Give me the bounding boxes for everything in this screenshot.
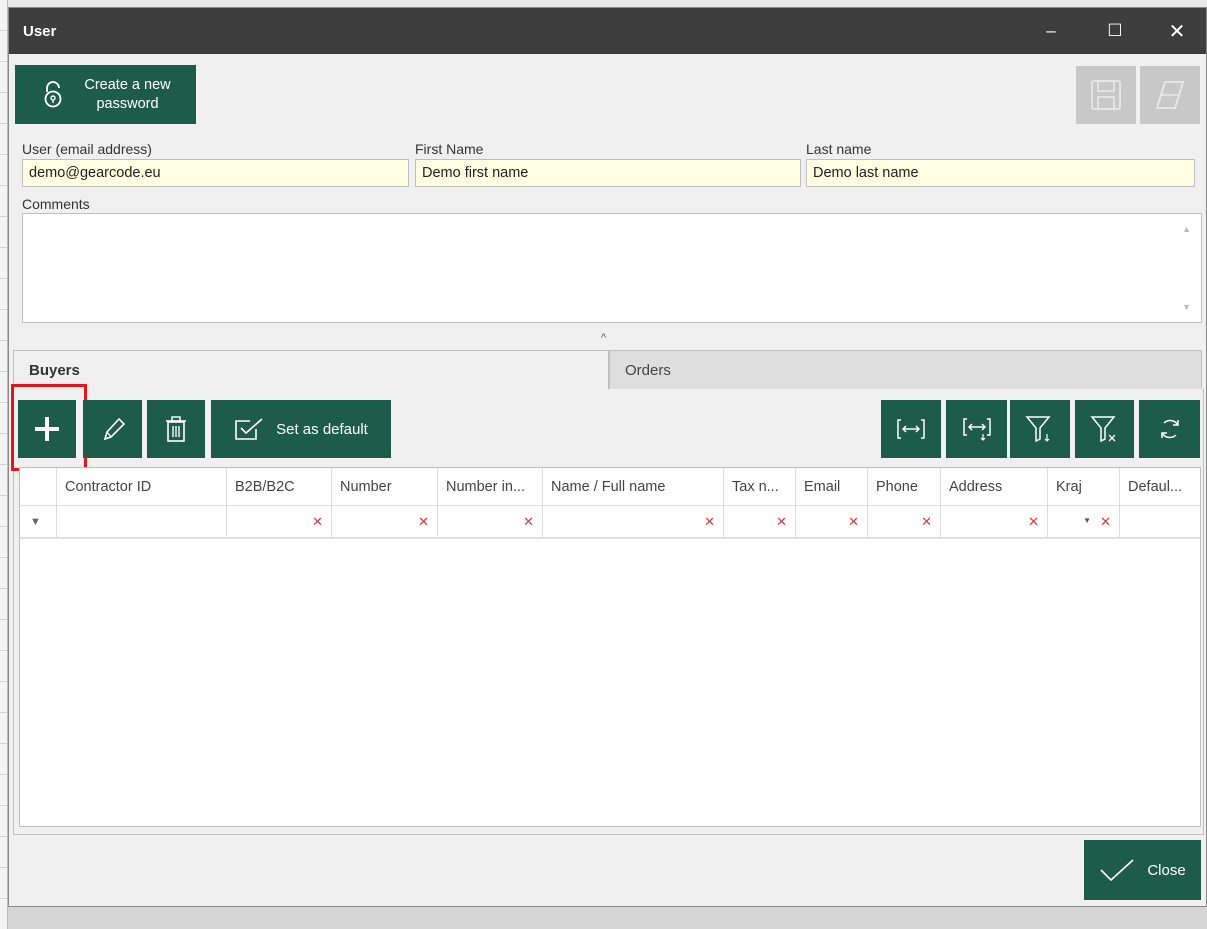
comments-label: Comments	[22, 196, 90, 212]
add-button-highlight	[11, 384, 87, 471]
maximize-button[interactable]: ☐	[1085, 8, 1145, 54]
column-header[interactable]: Number	[332, 468, 438, 505]
checkmark-icon	[1100, 859, 1134, 882]
clear-filter-icon[interactable]: ✕	[312, 514, 323, 530]
background-grid	[0, 0, 8, 929]
filter-cell[interactable]	[57, 506, 227, 537]
edit-buyer-button[interactable]	[83, 400, 142, 458]
comments-textarea[interactable]: ▲ ▼	[22, 213, 1202, 323]
eraser-icon	[1155, 81, 1185, 109]
scroll-up-icon[interactable]: ▲	[1182, 224, 1191, 234]
fit-columns-icon	[897, 419, 925, 439]
clear-filter-icon[interactable]: ✕	[523, 514, 534, 530]
window-title: User	[23, 22, 57, 40]
fit-columns-button[interactable]	[881, 400, 941, 458]
filter-cell[interactable]: ✕	[438, 506, 543, 537]
close-label: Close	[1147, 861, 1186, 879]
filter-cell[interactable]: ✕	[941, 506, 1048, 537]
filter-clear-button[interactable]	[1075, 400, 1134, 458]
filter-clear-icon	[1089, 416, 1116, 443]
clear-filter-icon[interactable]: ✕	[418, 514, 429, 530]
fit-columns-down-button[interactable]	[946, 400, 1007, 458]
clear-filter-icon[interactable]: ✕	[921, 514, 932, 530]
scroll-down-icon[interactable]: ▼	[1182, 302, 1191, 312]
first-name-field[interactable]	[415, 159, 801, 187]
column-header[interactable]: Contractor ID	[57, 468, 227, 505]
save-icon	[1091, 80, 1121, 110]
filter-cell[interactable]: ✕	[796, 506, 868, 537]
email-label: User (email address)	[22, 141, 152, 157]
filter-cell[interactable]: ▼ ✕	[1048, 506, 1120, 537]
clear-filter-icon[interactable]: ✕	[776, 514, 787, 530]
column-header[interactable]: Email	[796, 468, 868, 505]
clear-filter-icon[interactable]: ✕	[1100, 514, 1111, 530]
collapse-arrow-icon[interactable]: ^	[601, 332, 606, 344]
buyers-grid: Contractor ID B2B/B2C Number Number in..…	[19, 467, 1201, 827]
fit-columns-down-icon	[962, 418, 991, 441]
filter-cell[interactable]: ✕	[543, 506, 724, 537]
clear-filter-icon[interactable]: ✕	[1028, 514, 1039, 530]
column-header[interactable]: Defaul...	[1120, 468, 1200, 505]
grid-filter-row: ▼ ✕ ✕ ✕ ✕ ✕ ✕ ✕ ✕ ▼ ✕	[20, 506, 1200, 539]
filter-down-icon	[1025, 416, 1051, 443]
clear-filter-icon[interactable]: ✕	[704, 514, 715, 530]
email-field[interactable]	[22, 159, 409, 187]
column-header[interactable]: B2B/B2C	[227, 468, 332, 505]
set-default-label: Set as default	[276, 420, 368, 438]
grid-header: Contractor ID B2B/B2C Number Number in..…	[20, 468, 1200, 506]
clear-filter-icon[interactable]: ✕	[848, 514, 859, 530]
create-password-button[interactable]: Create a new password	[15, 65, 196, 124]
close-button[interactable]: Close	[1084, 840, 1201, 900]
set-default-button[interactable]: Set as default	[211, 400, 391, 458]
last-name-field[interactable]	[806, 159, 1195, 187]
tab-buyers[interactable]: Buyers	[13, 350, 609, 390]
background-bottom	[8, 906, 1207, 929]
trash-icon	[166, 416, 186, 442]
erase-button[interactable]	[1140, 66, 1200, 124]
tab-orders[interactable]: Orders	[609, 350, 1202, 390]
lock-open-icon	[44, 80, 61, 107]
filter-cell[interactable]: ✕	[227, 506, 332, 537]
chevron-down-icon[interactable]: ▼	[1083, 516, 1091, 525]
column-header[interactable]: Tax n...	[724, 468, 796, 505]
column-header[interactable]: Number in...	[438, 468, 543, 505]
refresh-button[interactable]	[1139, 400, 1200, 458]
filter-row-icon-cell: ▼	[20, 506, 57, 537]
grid-corner	[20, 468, 57, 505]
title-bar: User – ☐ ✕	[9, 8, 1206, 54]
filter-cell[interactable]	[1120, 506, 1200, 537]
filter-cell[interactable]: ✕	[868, 506, 941, 537]
last-name-label: Last name	[806, 141, 872, 157]
column-header[interactable]: Address	[941, 468, 1048, 505]
pencil-icon	[103, 417, 125, 441]
filter-cell[interactable]: ✕	[724, 506, 796, 537]
refresh-icon	[1160, 419, 1179, 439]
checkbox-check-icon	[235, 418, 263, 440]
first-name-label: First Name	[415, 141, 484, 157]
funnel-icon: ▼	[30, 516, 41, 528]
filter-down-button[interactable]	[1010, 400, 1070, 458]
user-dialog: User – ☐ ✕ Create a new password User (e…	[8, 7, 1207, 907]
close-window-button[interactable]: ✕	[1147, 8, 1207, 54]
column-header[interactable]: Phone	[868, 468, 941, 505]
column-header[interactable]: Name / Full name	[543, 468, 724, 505]
filter-cell[interactable]: ✕	[332, 506, 438, 537]
save-button[interactable]	[1076, 66, 1136, 124]
column-header[interactable]: Kraj	[1048, 468, 1120, 505]
create-password-label: Create a new password	[84, 76, 171, 112]
minimize-button[interactable]: –	[1021, 8, 1081, 54]
delete-buyer-button[interactable]	[147, 400, 205, 458]
